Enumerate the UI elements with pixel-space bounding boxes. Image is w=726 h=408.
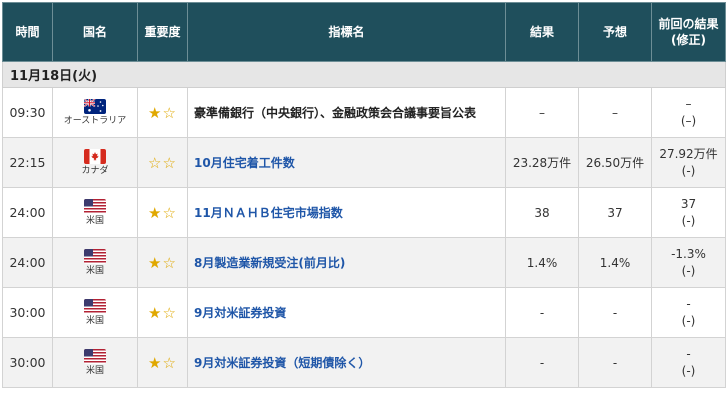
previous-result: - xyxy=(686,296,691,311)
importance-stars: ★☆ xyxy=(137,237,188,288)
table-row: 09:30 オーストラリア ★☆ 豪準備銀行（中央銀行）、金融政策会合議事要旨公… xyxy=(2,87,726,138)
revised-result: (-) xyxy=(681,263,696,278)
forecast-value: 37 xyxy=(578,187,652,238)
previous-value: -1.3% (-) xyxy=(651,237,726,288)
table-row: 22:15 カナダ ☆☆ 10月住宅着工件数 23.28万件 26.50万件 2… xyxy=(2,137,726,188)
header-time: 時間 xyxy=(2,2,53,62)
country-name: 米国 xyxy=(85,265,104,276)
star-icon: ★☆ xyxy=(148,103,177,122)
revised-result: (-) xyxy=(681,213,696,228)
indicator-link[interactable]: 11月ＮＡＨＢ住宅市場指数 xyxy=(194,206,343,220)
date-row: 11月18日(火) xyxy=(2,61,726,88)
usa-flag-icon xyxy=(84,198,106,214)
header-result: 結果 xyxy=(505,2,579,62)
importance-stars: ★☆ xyxy=(137,87,188,138)
event-time: 24:00 xyxy=(2,187,53,238)
header-forecast: 予想 xyxy=(578,2,652,62)
result-value: - xyxy=(505,337,579,388)
indicator-name: 豪準備銀行（中央銀行）、金融政策会合議事要旨公表 xyxy=(187,87,506,138)
indicator-name: 8月製造業新規受注(前月比) xyxy=(187,237,506,288)
indicator-name: 11月ＮＡＨＢ住宅市場指数 xyxy=(187,187,506,238)
previous-result: 27.92万件 xyxy=(659,146,718,161)
table-row: 30:00 米国 ★☆ 9月対米証券投資 - - - (-) xyxy=(2,287,726,338)
previous-value: - (-) xyxy=(651,287,726,338)
table-row: 24:00 米国 ★☆ 11月ＮＡＨＢ住宅市場指数 38 37 37 (-) xyxy=(2,187,726,238)
result-value: – xyxy=(505,87,579,138)
indicator-link[interactable]: 10月住宅着工件数 xyxy=(194,156,295,170)
canada-flag-icon xyxy=(84,148,106,164)
table-row: 24:00 米国 ★☆ 8月製造業新規受注(前月比) 1.4% 1.4% -1.… xyxy=(2,237,726,288)
forecast-value: - xyxy=(578,287,652,338)
indicator-text: 豪準備銀行（中央銀行）、金融政策会合議事要旨公表 xyxy=(194,106,477,120)
revised-result: (-) xyxy=(681,313,696,328)
indicator-name: 9月対米証券投資（短期債除く） xyxy=(187,337,506,388)
indicator-name: 10月住宅着工件数 xyxy=(187,137,506,188)
country-name: オーストラリア xyxy=(63,115,127,126)
event-time: 30:00 xyxy=(2,287,53,338)
forecast-value: 1.4% xyxy=(578,237,652,288)
star-icon: ★☆ xyxy=(148,303,177,322)
previous-result: 37 xyxy=(680,196,697,211)
star-icon: ★☆ xyxy=(148,253,177,272)
revised-result: (-) xyxy=(681,163,696,178)
event-country: 米国 xyxy=(52,187,138,238)
result-value: - xyxy=(505,287,579,338)
forecast-value: - xyxy=(578,337,652,388)
event-time: 22:15 xyxy=(2,137,53,188)
previous-result: – xyxy=(685,96,692,111)
header-importance: 重要度 xyxy=(137,2,188,62)
country-name: 米国 xyxy=(85,365,104,376)
revised-result: (-) xyxy=(681,363,696,378)
usa-flag-icon xyxy=(84,248,106,264)
usa-flag-icon xyxy=(84,348,106,364)
event-country: 米国 xyxy=(52,287,138,338)
result-value: 38 xyxy=(505,187,579,238)
header-revised-label: (修正) xyxy=(671,33,706,47)
date-label: 11月18日(火) xyxy=(2,61,726,88)
table-header-row: 時間 国名 重要度 指標名 結果 予想 前回の結果 (修正) xyxy=(2,2,726,62)
event-country: オーストラリア xyxy=(52,87,138,138)
previous-result: -1.3% xyxy=(671,246,706,261)
importance-stars: ★☆ xyxy=(137,337,188,388)
importance-stars: ☆☆ xyxy=(137,137,188,188)
star-icon: ★☆ xyxy=(148,203,177,222)
revised-result: (–) xyxy=(680,113,697,128)
australia-flag-icon xyxy=(84,98,106,114)
previous-value: 37 (-) xyxy=(651,187,726,238)
event-country: 米国 xyxy=(52,237,138,288)
event-country: カナダ xyxy=(52,137,138,188)
event-country: 米国 xyxy=(52,337,138,388)
result-value: 1.4% xyxy=(505,237,579,288)
result-value: 23.28万件 xyxy=(505,137,579,188)
country-name: カナダ xyxy=(81,165,109,176)
event-time: 30:00 xyxy=(2,337,53,388)
country-name: 米国 xyxy=(85,315,104,326)
forecast-value: – xyxy=(578,87,652,138)
importance-stars: ★☆ xyxy=(137,287,188,338)
header-previous: 前回の結果 (修正) xyxy=(651,2,726,62)
previous-value: – (–) xyxy=(651,87,726,138)
economic-calendar-table: 時間 国名 重要度 指標名 結果 予想 前回の結果 (修正) 11月18日(火)… xyxy=(2,2,726,388)
event-time: 24:00 xyxy=(2,237,53,288)
indicator-link[interactable]: 8月製造業新規受注(前月比) xyxy=(194,256,345,270)
star-icon: ★☆ xyxy=(148,353,177,372)
previous-value: 27.92万件 (-) xyxy=(651,137,726,188)
importance-stars: ★☆ xyxy=(137,187,188,238)
star-icon: ☆☆ xyxy=(148,153,177,172)
indicator-name: 9月対米証券投資 xyxy=(187,287,506,338)
header-previous-label: 前回の結果 xyxy=(658,17,719,31)
country-name: 米国 xyxy=(85,215,104,226)
previous-value: - (-) xyxy=(651,337,726,388)
indicator-link[interactable]: 9月対米証券投資 xyxy=(194,306,286,320)
header-country: 国名 xyxy=(52,2,138,62)
indicator-link[interactable]: 9月対米証券投資（短期債除く） xyxy=(194,356,370,370)
previous-result: - xyxy=(686,346,691,361)
header-indicator: 指標名 xyxy=(187,2,506,62)
event-time: 09:30 xyxy=(2,87,53,138)
forecast-value: 26.50万件 xyxy=(578,137,652,188)
usa-flag-icon xyxy=(84,298,106,314)
table-row: 30:00 米国 ★☆ 9月対米証券投資（短期債除く） - - - (-) xyxy=(2,337,726,388)
